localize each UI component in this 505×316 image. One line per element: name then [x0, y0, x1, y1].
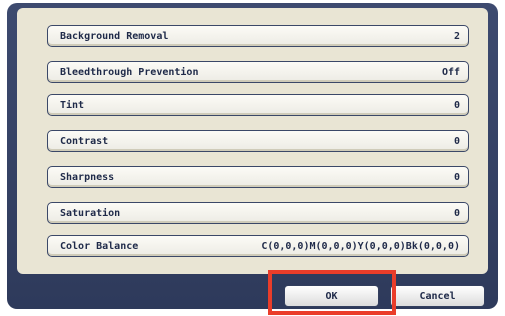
setting-value: Off — [441, 66, 460, 78]
setting-label: Contrast — [60, 135, 109, 147]
setting-value: C(0,0,0)M(0,0,0)Y(0,0,0)Bk(0,0,0) — [261, 240, 460, 252]
setting-saturation[interactable]: Saturation 0 — [47, 202, 469, 224]
setting-label: Sharpness — [60, 171, 115, 183]
setting-sharpness[interactable]: Sharpness 0 — [47, 166, 469, 188]
setting-color-balance[interactable]: Color Balance C(0,0,0)M(0,0,0)Y(0,0,0)Bk… — [47, 235, 469, 257]
setting-value: 0 — [453, 171, 460, 183]
setting-value: 0 — [453, 99, 460, 111]
setting-value: 0 — [453, 135, 460, 147]
cancel-button[interactable]: Cancel — [390, 285, 485, 307]
setting-label: Background Removal — [60, 30, 169, 42]
setting-label: Saturation — [60, 207, 121, 219]
setting-label: Bleedthrough Prevention — [60, 66, 199, 78]
ok-highlight-frame — [268, 270, 396, 315]
setting-label: Color Balance — [60, 240, 139, 252]
setting-tint[interactable]: Tint 0 — [47, 94, 469, 116]
setting-value: 0 — [453, 207, 460, 219]
setting-value: 2 — [453, 30, 460, 42]
setting-label: Tint — [60, 99, 85, 111]
setting-background-removal[interactable]: Background Removal 2 — [47, 25, 469, 47]
setting-bleedthrough-prevention[interactable]: Bleedthrough Prevention Off — [47, 61, 469, 83]
setting-contrast[interactable]: Contrast 0 — [47, 130, 469, 152]
